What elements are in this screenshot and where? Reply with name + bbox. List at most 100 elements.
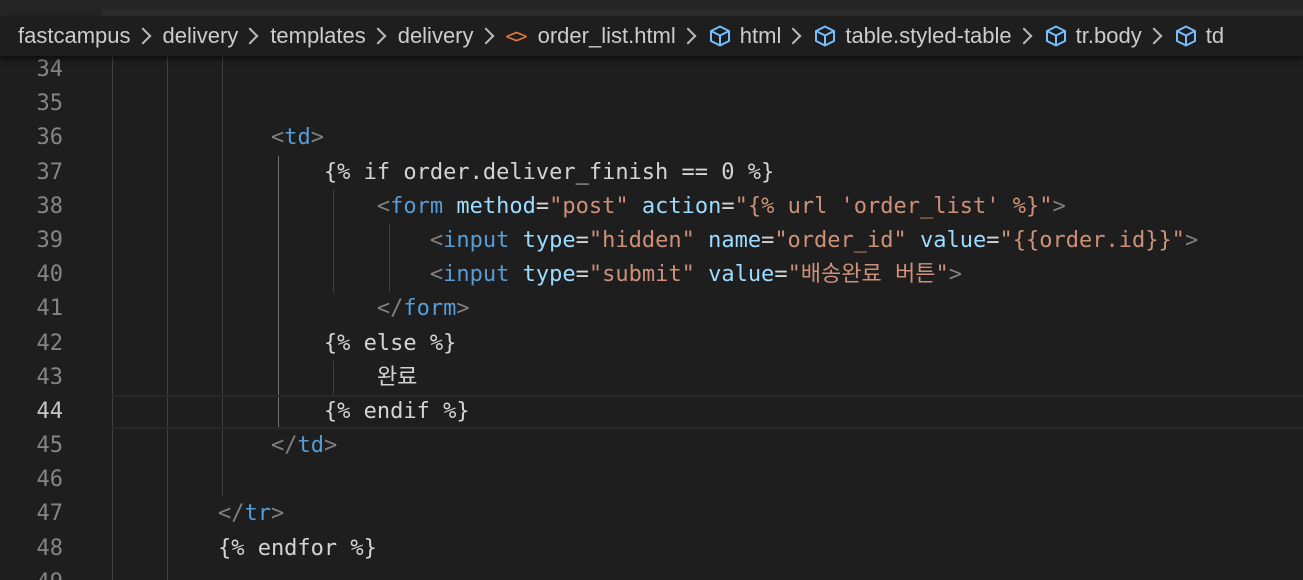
code-token: type xyxy=(522,262,576,288)
code-token: type xyxy=(522,227,576,253)
code-text: <input type="submit" value="배송완료 버튼"> xyxy=(112,258,962,292)
breadcrumb-item-html[interactable]: html xyxy=(708,23,781,49)
code-token: "post" xyxy=(549,193,629,219)
code-token: "{{order.id}}" xyxy=(999,227,1185,253)
code-token: form xyxy=(390,193,444,219)
symbol-cube-icon xyxy=(1044,24,1068,48)
breadcrumb-item-delivery[interactable]: delivery xyxy=(163,23,239,49)
code-token: input xyxy=(443,227,510,253)
breadcrumb-item-templates[interactable]: templates xyxy=(270,23,365,49)
line-number: 49 xyxy=(0,566,64,580)
line-number: 48 xyxy=(36,535,64,561)
breadcrumb-item-table[interactable]: table.styled-table xyxy=(813,23,1012,49)
line-number: 35 xyxy=(36,91,64,117)
code-line[interactable]: 45 </td> xyxy=(0,429,1303,463)
line-number: 39 xyxy=(36,227,64,253)
chevron-right-icon xyxy=(477,27,495,45)
code-token: > xyxy=(323,433,338,459)
code-text: {% if order.deliver_finish == 0 %} xyxy=(112,156,774,190)
code-text: {% else %} xyxy=(112,327,456,361)
code-token: value xyxy=(708,262,775,288)
code-token: form xyxy=(403,296,457,322)
code-token: action xyxy=(641,193,722,219)
chevron-right-icon xyxy=(784,27,802,45)
line-number: 40 xyxy=(36,262,64,288)
chevron-right-icon xyxy=(679,27,697,45)
line-number: 42 xyxy=(36,330,64,356)
code-text: <form method="post" action="{% url 'orde… xyxy=(112,190,1066,224)
breadcrumb-item-fastcampus[interactable]: fastcampus xyxy=(18,23,131,49)
line-number: 45 xyxy=(36,433,64,459)
code-token: name xyxy=(708,227,762,253)
code-token: {% else %} xyxy=(112,330,457,356)
code-token: = xyxy=(575,262,589,288)
code-line[interactable]: 46 xyxy=(0,463,1303,497)
code-line[interactable]: 43 완료 xyxy=(0,361,1303,395)
code-line[interactable]: 48 {% endfor %} xyxy=(0,532,1303,566)
code-token: = xyxy=(774,262,788,288)
code-token: "hidden" xyxy=(588,227,695,253)
code-token: > xyxy=(1184,227,1199,253)
line-number: 46 xyxy=(36,467,64,493)
code-token: input xyxy=(443,262,510,288)
code-token: 완료 xyxy=(112,364,418,390)
code-token: > xyxy=(1052,193,1066,219)
code-line[interactable]: 44 {% endif %} xyxy=(0,394,1303,430)
code-token: = xyxy=(575,227,589,253)
line-number: 36 xyxy=(36,125,64,151)
code-token: > xyxy=(456,296,470,322)
code-editor[interactable]: 34 35 36 <td> 37 {% if order.deliver_finish… xyxy=(0,53,1303,580)
code-token: = xyxy=(535,193,550,219)
code-token: = xyxy=(761,227,775,253)
line-number: 41 xyxy=(36,296,64,322)
code-line[interactable]: 37 {% if order.deliver_finish == 0 %} xyxy=(0,156,1303,190)
code-line[interactable]: 47 </tr> xyxy=(0,497,1303,531)
code-text: 완료 xyxy=(112,361,418,395)
code-line[interactable]: 41 </form> xyxy=(0,292,1303,326)
code-token: {% endif %} xyxy=(112,398,470,424)
code-token: </ xyxy=(376,296,404,322)
code-line[interactable]: 39 <input type="hidden" name="order_id" … xyxy=(0,224,1303,258)
code-token: </ xyxy=(217,501,245,527)
code-line[interactable]: 42 {% else %} xyxy=(0,327,1303,361)
code-token: td xyxy=(297,433,324,459)
code-line[interactable]: 40 <input type="submit" value="배송완료 버튼"> xyxy=(0,258,1303,292)
code-token: < xyxy=(270,125,285,151)
code-token: > xyxy=(948,262,962,288)
code-token: tr xyxy=(244,501,271,527)
code-line[interactable]: 35 xyxy=(0,87,1303,121)
code-token: td xyxy=(284,125,311,151)
code-line[interactable]: 49 xyxy=(0,566,1303,580)
code-line[interactable]: 34 xyxy=(0,53,1303,87)
line-number: 34 xyxy=(36,57,64,82)
line-number: 38 xyxy=(36,193,64,219)
breadcrumb-item-td[interactable]: td xyxy=(1174,23,1224,49)
code-token: = xyxy=(721,193,735,219)
chevron-right-icon xyxy=(241,27,259,45)
code-token: < xyxy=(429,227,444,253)
code-text: {% endfor %} xyxy=(112,532,377,566)
tab-strip xyxy=(0,0,1303,16)
breadcrumb-item-delivery-folder[interactable]: delivery xyxy=(398,23,474,49)
code-line[interactable]: 36 <td> xyxy=(0,121,1303,155)
line-number: 37 xyxy=(36,159,64,185)
html-file-icon: <> xyxy=(505,24,528,48)
code-token: "submit" xyxy=(588,262,695,288)
line-number: 47 xyxy=(36,501,64,527)
code-token: "배송완료 버튼" xyxy=(787,262,949,288)
breadcrumb-item-tr[interactable]: tr.body xyxy=(1044,23,1142,49)
breadcrumb-item-file[interactable]: <> order_list.html xyxy=(506,23,676,49)
code-line[interactable]: 38 <form method="post" action="{% url 'o… xyxy=(0,190,1303,224)
code-token: > xyxy=(270,501,285,527)
editor-window: fastcampus delivery templates delivery <… xyxy=(0,0,1303,580)
line-number: 44 xyxy=(36,398,64,424)
